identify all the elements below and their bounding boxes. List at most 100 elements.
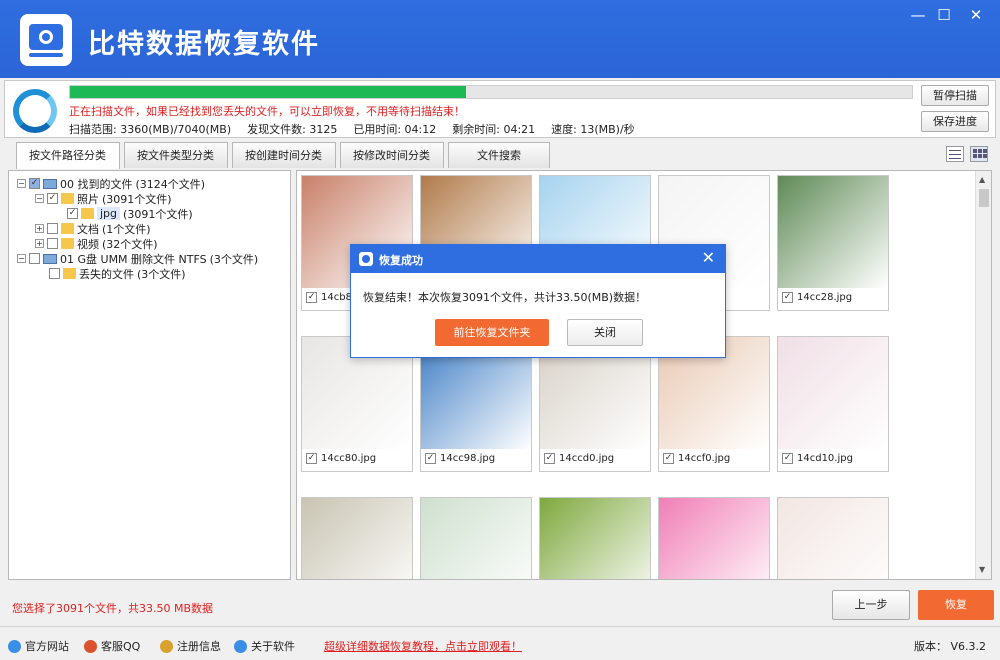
thumbnail-caption: ✓ 14cc98.jpg	[425, 453, 495, 464]
tree-checkbox[interactable]	[49, 268, 60, 279]
folder-icon	[63, 268, 76, 279]
thumbnail-checkbox[interactable]: ✓	[782, 292, 793, 303]
info-icon	[234, 639, 247, 653]
collapse-toggle-icon[interactable]: −	[35, 194, 44, 203]
minimize-icon[interactable]: —	[906, 6, 930, 24]
recover-button[interactable]: 恢复	[918, 590, 994, 620]
file-thumbnail[interactable]: ✓ 14cc28.jpg	[777, 175, 889, 311]
tree-checkbox[interactable]	[47, 238, 58, 249]
tree-node-jpg[interactable]: ✓ jpg (3091个文件)	[67, 206, 193, 221]
scan-message: 正在扫描文件，如果已经找到您丢失的文件，可以立即恢复，不用等待扫描结束！	[69, 105, 465, 118]
file-thumbnail[interactable]: ✓ 14cd10.jpg	[777, 336, 889, 472]
back-button[interactable]: 上一步	[832, 590, 910, 620]
thumbnail-image	[659, 498, 769, 579]
scan-stats: 扫描范围: 3360(MB)/7040(MB) 发现文件数: 3125 已用时间…	[69, 121, 635, 137]
save-progress-button[interactable]: 保存进度	[921, 111, 989, 132]
tree-node-lost-files[interactable]: 丢失的文件 (3个文件)	[49, 266, 186, 281]
file-thumbnail[interactable]: ✓	[777, 497, 889, 579]
pause-scan-button[interactable]: 暂停扫描	[921, 85, 989, 106]
scan-progress-fill	[70, 86, 466, 98]
footer-link-registration[interactable]: 注册信息	[160, 638, 221, 654]
open-recovery-folder-button[interactable]: 前往恢复文件夹	[435, 319, 549, 346]
file-name: 14cc98.jpg	[440, 453, 496, 464]
folder-icon	[61, 223, 74, 234]
thumbnail-image	[778, 498, 888, 579]
tree-label: 00 找到的文件	[60, 177, 133, 191]
vertical-scrollbar[interactable]: ▲ ▼	[975, 171, 991, 579]
close-icon[interactable]: ✕	[964, 6, 988, 24]
tab-by-modified[interactable]: 按修改时间分类	[340, 142, 444, 168]
file-thumbnail[interactable]: ✓	[420, 497, 532, 579]
footer-link-label: 官方网站	[25, 640, 69, 653]
drive-icon	[43, 253, 57, 264]
footer-link-label: 客服QQ	[101, 640, 141, 653]
thumbnail-checkbox[interactable]: ✓	[544, 453, 555, 464]
tree-label: jpg	[97, 207, 121, 220]
dialog-close-icon[interactable]: ✕	[702, 249, 715, 267]
dialog-title: 恢复成功	[379, 254, 423, 267]
tree-label: 照片	[77, 192, 99, 206]
version-label: 版本： V6.3.2	[914, 640, 987, 653]
tree-checkbox[interactable]	[29, 253, 40, 264]
thumbnail-checkbox[interactable]: ✓	[425, 453, 436, 464]
footer-link-qq[interactable]: 客服QQ	[84, 638, 140, 654]
file-thumbnail-grid: ✓14cb88.jpg✓✓✓✓14cc28.jpg✓14cc80.jpg✓14c…	[296, 170, 992, 580]
file-name: 14ccd0.jpg	[559, 453, 615, 464]
tutorial-link[interactable]: 超级详细数据恢复教程，点击立即观看！	[324, 638, 522, 654]
collapse-toggle-icon[interactable]: −	[17, 179, 26, 188]
file-thumbnail[interactable]: ✓	[539, 497, 651, 579]
tree-checkbox[interactable]: ✓	[67, 208, 78, 219]
qq-icon	[84, 639, 97, 653]
tree-node-found-files[interactable]: − ✓ 00 找到的文件 (3124个文件)	[17, 176, 205, 191]
thumbnail-caption: ✓ 14ccf0.jpg	[663, 453, 730, 464]
thumbnail-image	[540, 498, 650, 579]
folder-icon	[61, 238, 74, 249]
app-title: 比特数据恢复软件	[88, 29, 320, 60]
thumbnail-caption: ✓ 14cc80.jpg	[306, 453, 376, 464]
selection-summary: 您选择了3091个文件，共33.50 MB数据	[12, 602, 214, 615]
tree-node-documents[interactable]: + 文档 (1个文件)	[35, 221, 151, 236]
scan-logo-icon	[13, 89, 57, 133]
thumbnail-caption: ✓ 14cd10.jpg	[782, 453, 853, 464]
tree-node-g-drive[interactable]: − 01 G盘 UMM 删除文件 NTFS (3个文件)	[17, 251, 258, 266]
dialog-close-button[interactable]: 关闭	[567, 319, 643, 346]
expand-toggle-icon[interactable]: +	[35, 239, 44, 248]
tab-by-type[interactable]: 按文件类型分类	[124, 142, 228, 168]
file-thumbnail[interactable]: ✓	[658, 497, 770, 579]
footer-link-website[interactable]: 官方网站	[8, 638, 69, 654]
scroll-up-icon[interactable]: ▲	[979, 175, 985, 184]
tree-count: (1个文件)	[102, 222, 151, 236]
maximize-icon[interactable]: ☐	[932, 6, 956, 24]
tab-by-created[interactable]: 按创建时间分类	[232, 142, 336, 168]
tree-node-photos[interactable]: − ✓ 照片 (3091个文件)	[35, 191, 172, 206]
tree-node-videos[interactable]: + 视频 (32个文件)	[35, 236, 158, 251]
thumbnail-checkbox[interactable]: ✓	[782, 453, 793, 464]
tree-checkbox[interactable]	[47, 223, 58, 234]
thumbnail-checkbox[interactable]: ✓	[663, 453, 674, 464]
thumbnail-checkbox[interactable]: ✓	[306, 292, 317, 303]
footer-link-about[interactable]: 关于软件	[234, 638, 295, 654]
scroll-down-icon[interactable]: ▼	[979, 565, 985, 574]
tab-file-search[interactable]: 文件搜索	[448, 142, 550, 168]
thumbnail-image	[302, 498, 412, 579]
thumbnail-checkbox[interactable]: ✓	[306, 453, 317, 464]
scan-panel: 正在扫描文件，如果已经找到您丢失的文件，可以立即恢复，不用等待扫描结束！ 扫描范…	[4, 80, 996, 138]
grid-view-icon[interactable]	[970, 146, 988, 162]
scrollbar-thumb[interactable]	[979, 189, 989, 207]
tree-checkbox[interactable]: ✓	[29, 178, 40, 189]
expand-toggle-icon[interactable]: +	[35, 224, 44, 233]
recovery-success-dialog: 恢复成功 ✕ 恢复结束！本次恢复3091个文件，共计33.50(MB)数据！ 前…	[350, 244, 726, 358]
thumbnail-caption: ✓ 14cc28.jpg	[782, 292, 852, 303]
remaining-time: 剩余时间: 04:21	[452, 123, 536, 136]
list-view-icon[interactable]	[946, 146, 964, 162]
thumbnail-image	[421, 498, 531, 579]
tree-count: (3124个文件)	[135, 177, 206, 191]
collapse-toggle-icon[interactable]: −	[17, 254, 26, 263]
dialog-app-icon	[359, 252, 373, 266]
drive-icon	[43, 178, 57, 189]
tree-checkbox[interactable]: ✓	[47, 193, 58, 204]
globe-icon	[8, 639, 21, 653]
file-thumbnail[interactable]: ✓	[301, 497, 413, 579]
thumbnail-image	[778, 176, 888, 288]
tab-by-path[interactable]: 按文件路径分类	[16, 142, 120, 169]
